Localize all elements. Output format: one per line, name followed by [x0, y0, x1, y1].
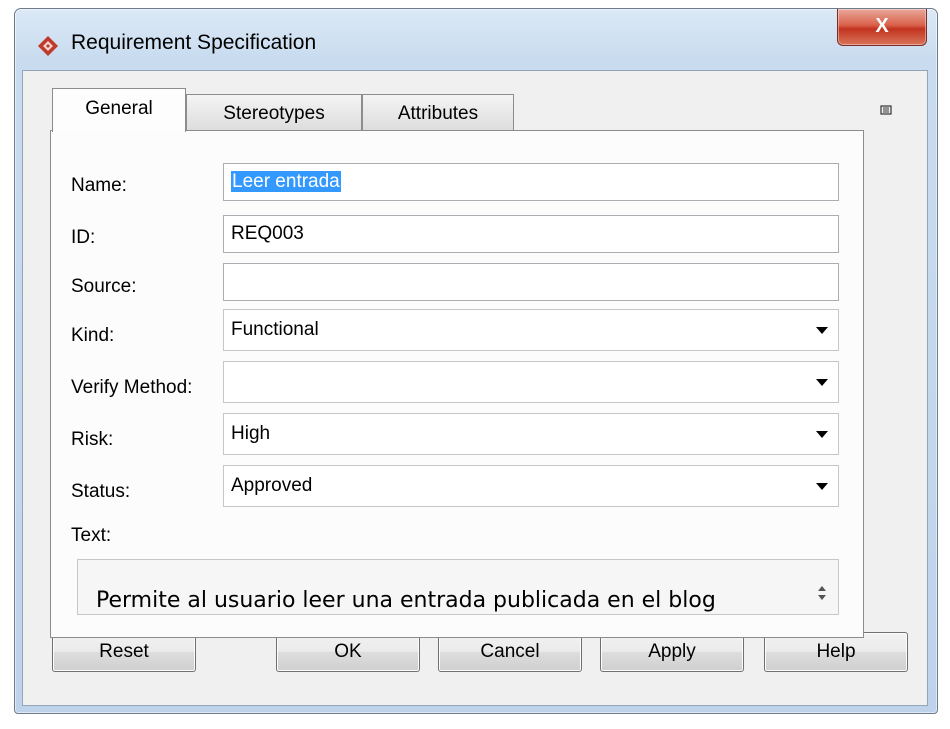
scroll-spinner[interactable] [816, 584, 828, 610]
kind-select[interactable]: Functional [223, 309, 839, 351]
status-value: Approved [231, 475, 313, 496]
tab-general[interactable]: General [52, 88, 186, 132]
kind-value: Functional [231, 319, 319, 340]
risk-select[interactable]: High [223, 413, 839, 455]
tab-stereotypes[interactable]: Stereotypes [186, 94, 362, 132]
scroll-down-icon[interactable] [818, 595, 826, 600]
risk-label: Risk: [71, 429, 114, 450]
name-label: Name: [71, 175, 127, 196]
window-title: Requirement Specification [71, 31, 317, 54]
panel-options-icon[interactable] [880, 104, 892, 116]
risk-value: High [231, 423, 271, 444]
text-area[interactable]: Permite al usuario leer una entrada publ… [77, 559, 839, 615]
kind-label: Kind: [71, 325, 115, 346]
chevron-down-icon [816, 379, 828, 386]
general-panel: Name: Leer entrada ID: REQ003 Source: Ki… [50, 130, 864, 638]
chevron-down-icon [816, 327, 828, 334]
source-label: Source: [71, 276, 137, 297]
tab-attributes[interactable]: Attributes [362, 94, 514, 132]
chevron-down-icon [816, 483, 828, 490]
chevron-down-icon [816, 431, 828, 438]
name-input[interactable]: Leer entrada [223, 163, 839, 201]
text-label: Text: [71, 525, 112, 546]
id-label: ID: [71, 227, 96, 248]
name-value: Leer entrada [231, 171, 341, 192]
text-value: Permite al usuario leer una entrada publ… [96, 588, 716, 613]
id-input[interactable]: REQ003 [223, 215, 839, 253]
status-label: Status: [71, 481, 131, 502]
cancel-button[interactable]: Cancel [438, 632, 582, 672]
ok-button[interactable]: OK [276, 632, 420, 672]
help-button[interactable]: Help [764, 632, 908, 672]
verify-method-select[interactable] [223, 361, 839, 403]
title-bar[interactable]: Requirement Specification X [15, 9, 937, 71]
close-button[interactable]: X [837, 9, 927, 46]
requirement-diamond-icon [38, 36, 58, 56]
apply-button[interactable]: Apply [600, 632, 744, 672]
scroll-up-icon[interactable] [818, 586, 826, 591]
reset-button[interactable]: Reset [52, 632, 196, 672]
verify-method-label: Verify Method: [71, 377, 193, 398]
source-input[interactable] [223, 263, 839, 301]
status-select[interactable]: Approved [223, 465, 839, 507]
